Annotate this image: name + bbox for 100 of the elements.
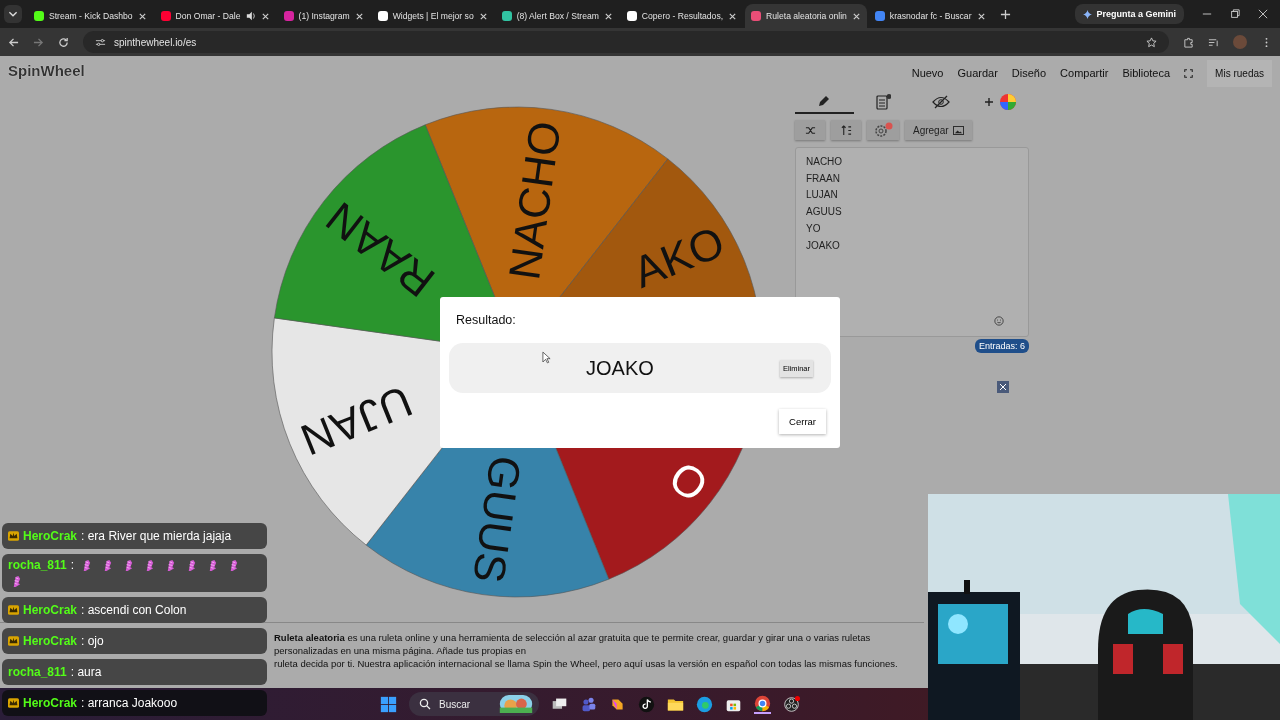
emoji-icon[interactable] <box>994 316 1004 326</box>
chat-text: : ojo <box>81 634 104 648</box>
people-icon[interactable] <box>580 695 597 713</box>
start-icon[interactable] <box>380 695 397 713</box>
tab-search-icon[interactable] <box>4 5 22 23</box>
close-button[interactable]: Cerrar <box>779 409 826 434</box>
cursor-icon <box>542 351 551 364</box>
chat-username: HeroCrak <box>23 696 78 710</box>
reload-icon[interactable] <box>58 36 69 48</box>
close-icon[interactable] <box>851 11 861 21</box>
close-icon[interactable] <box>997 381 1009 393</box>
nav-link[interactable]: Diseño <box>1011 67 1047 79</box>
emote-icon <box>228 558 240 572</box>
settings-icon <box>873 122 893 138</box>
site-icon <box>283 11 294 21</box>
plus-color-wheel-icon <box>982 93 1017 111</box>
close-icon[interactable] <box>354 11 364 21</box>
chat-username: HeroCrak <box>23 634 78 648</box>
site-icon <box>160 11 171 21</box>
close-icon[interactable] <box>260 11 270 21</box>
browser-tab[interactable]: Widgets | El mejor so <box>371 4 494 28</box>
chat-text: : <box>70 558 75 572</box>
chat-username: rocha_811 <box>8 558 67 572</box>
wheel-label: NACHO <box>499 118 570 283</box>
chat-username: rocha_811 <box>8 665 67 679</box>
nav-link[interactable]: Compartir <box>1060 67 1109 79</box>
image-icon <box>952 125 964 135</box>
emote-icon <box>81 558 93 572</box>
url-text: spinthewheel.io/es <box>114 36 197 48</box>
sparkle-icon <box>1083 9 1093 19</box>
fullscreen-icon[interactable] <box>1184 68 1194 78</box>
address-bar[interactable]: spinthewheel.io/es <box>83 31 1169 53</box>
music-note-icon[interactable] <box>638 695 655 713</box>
browser-tab[interactable]: Ruleta aleatoria onlin <box>745 4 867 28</box>
star-icon[interactable] <box>1146 36 1157 48</box>
site-logo[interactable]: SpinWheel <box>8 61 85 79</box>
entry-text: YO <box>806 221 822 236</box>
site-icon <box>626 11 637 21</box>
new-tab-icon[interactable] <box>999 8 1011 20</box>
entries-count-badge: Entradas: 6 <box>974 339 1029 353</box>
emote-icon <box>165 558 177 572</box>
site-icon <box>377 11 388 21</box>
chat-username: HeroCrak <box>23 603 78 617</box>
my-wheels-button[interactable]: Mis ruedas <box>1207 59 1272 87</box>
emote-icon <box>123 558 135 572</box>
search-icon <box>419 698 431 710</box>
add-image-button[interactable]: Agregar <box>905 120 972 140</box>
close-icon[interactable] <box>603 11 613 21</box>
close-icon[interactable] <box>478 11 488 21</box>
settings-button[interactable] <box>867 120 899 140</box>
chat-text: : arranca Joakooo <box>81 696 178 710</box>
browser-tab[interactable]: Don Omar - Dale <box>154 4 276 28</box>
browser-tab[interactable]: (8) Alert Box / Stream <box>495 4 619 28</box>
browser-tab[interactable]: Copero - Resultados, <box>620 4 744 28</box>
nav-link[interactable]: Biblioteca <box>1122 67 1171 79</box>
entry-text: FRAAN <box>806 171 841 186</box>
restore-icon[interactable] <box>1230 9 1240 19</box>
emote-icon <box>102 558 114 572</box>
sort-button[interactable] <box>831 120 861 140</box>
wheel-label: O <box>660 451 718 512</box>
entry-text: AGUUS <box>806 205 843 220</box>
description-text: ruleta decida por ti. Nuestra aplicación internacional se llama Spin the Wheel, pero aquí usas la versión en español con todas las mismas funciones. <box>274 657 899 670</box>
chat-text: : ascendi con Colon <box>81 603 187 617</box>
entry-text: LUJAN <box>806 188 839 203</box>
extensions-icon[interactable] <box>1183 36 1194 48</box>
back-icon[interactable] <box>8 36 19 48</box>
browser-tab[interactable]: (1) Instagram <box>277 4 370 28</box>
close-icon[interactable] <box>1258 9 1268 19</box>
close-icon[interactable] <box>728 11 738 21</box>
site-icon <box>34 11 44 21</box>
taskbar-search[interactable]: Buscar <box>409 692 539 716</box>
forward-icon[interactable] <box>33 36 44 48</box>
gemini-button[interactable]: Pregunta a Gemini <box>1075 4 1184 24</box>
site-settings-icon[interactable] <box>95 36 106 48</box>
chat-text: : era River que mierda jajaja <box>81 529 232 543</box>
browser-tab[interactable]: krasnodar fc - Buscar <box>868 4 992 28</box>
wheel-label: GUUS <box>464 453 531 586</box>
speaker-icon[interactable] <box>245 11 256 21</box>
emote-icon <box>186 558 198 572</box>
nav-link[interactable]: Guardar <box>957 67 998 79</box>
nav-link[interactable]: Nuevo <box>911 67 944 79</box>
site-icon <box>751 11 762 21</box>
entry-text: JOAKO <box>806 238 841 253</box>
entry-text: NACHO <box>806 155 844 169</box>
shuffle-button[interactable] <box>795 120 825 140</box>
site-icon <box>874 11 885 21</box>
pencil-icon <box>817 94 832 108</box>
obs-icon[interactable] <box>783 695 800 713</box>
browser-tab[interactable]: Stream - Kick Dashbo <box>28 4 153 28</box>
close-icon[interactable] <box>976 11 986 21</box>
sort-icon <box>840 124 852 136</box>
media-icon[interactable] <box>1208 36 1219 48</box>
clipboard-icon <box>874 94 891 110</box>
close-icon[interactable] <box>137 11 147 21</box>
emote-icon <box>144 558 156 572</box>
site-icon <box>501 11 512 21</box>
chrome-icon[interactable] <box>754 694 771 714</box>
entries-field[interactable]: NACHO FRAAN LUJAN AGUUS YO JOAKO <box>795 147 1029 337</box>
shuffle-icon <box>804 124 816 136</box>
wheel-label: AKO <box>626 216 731 297</box>
